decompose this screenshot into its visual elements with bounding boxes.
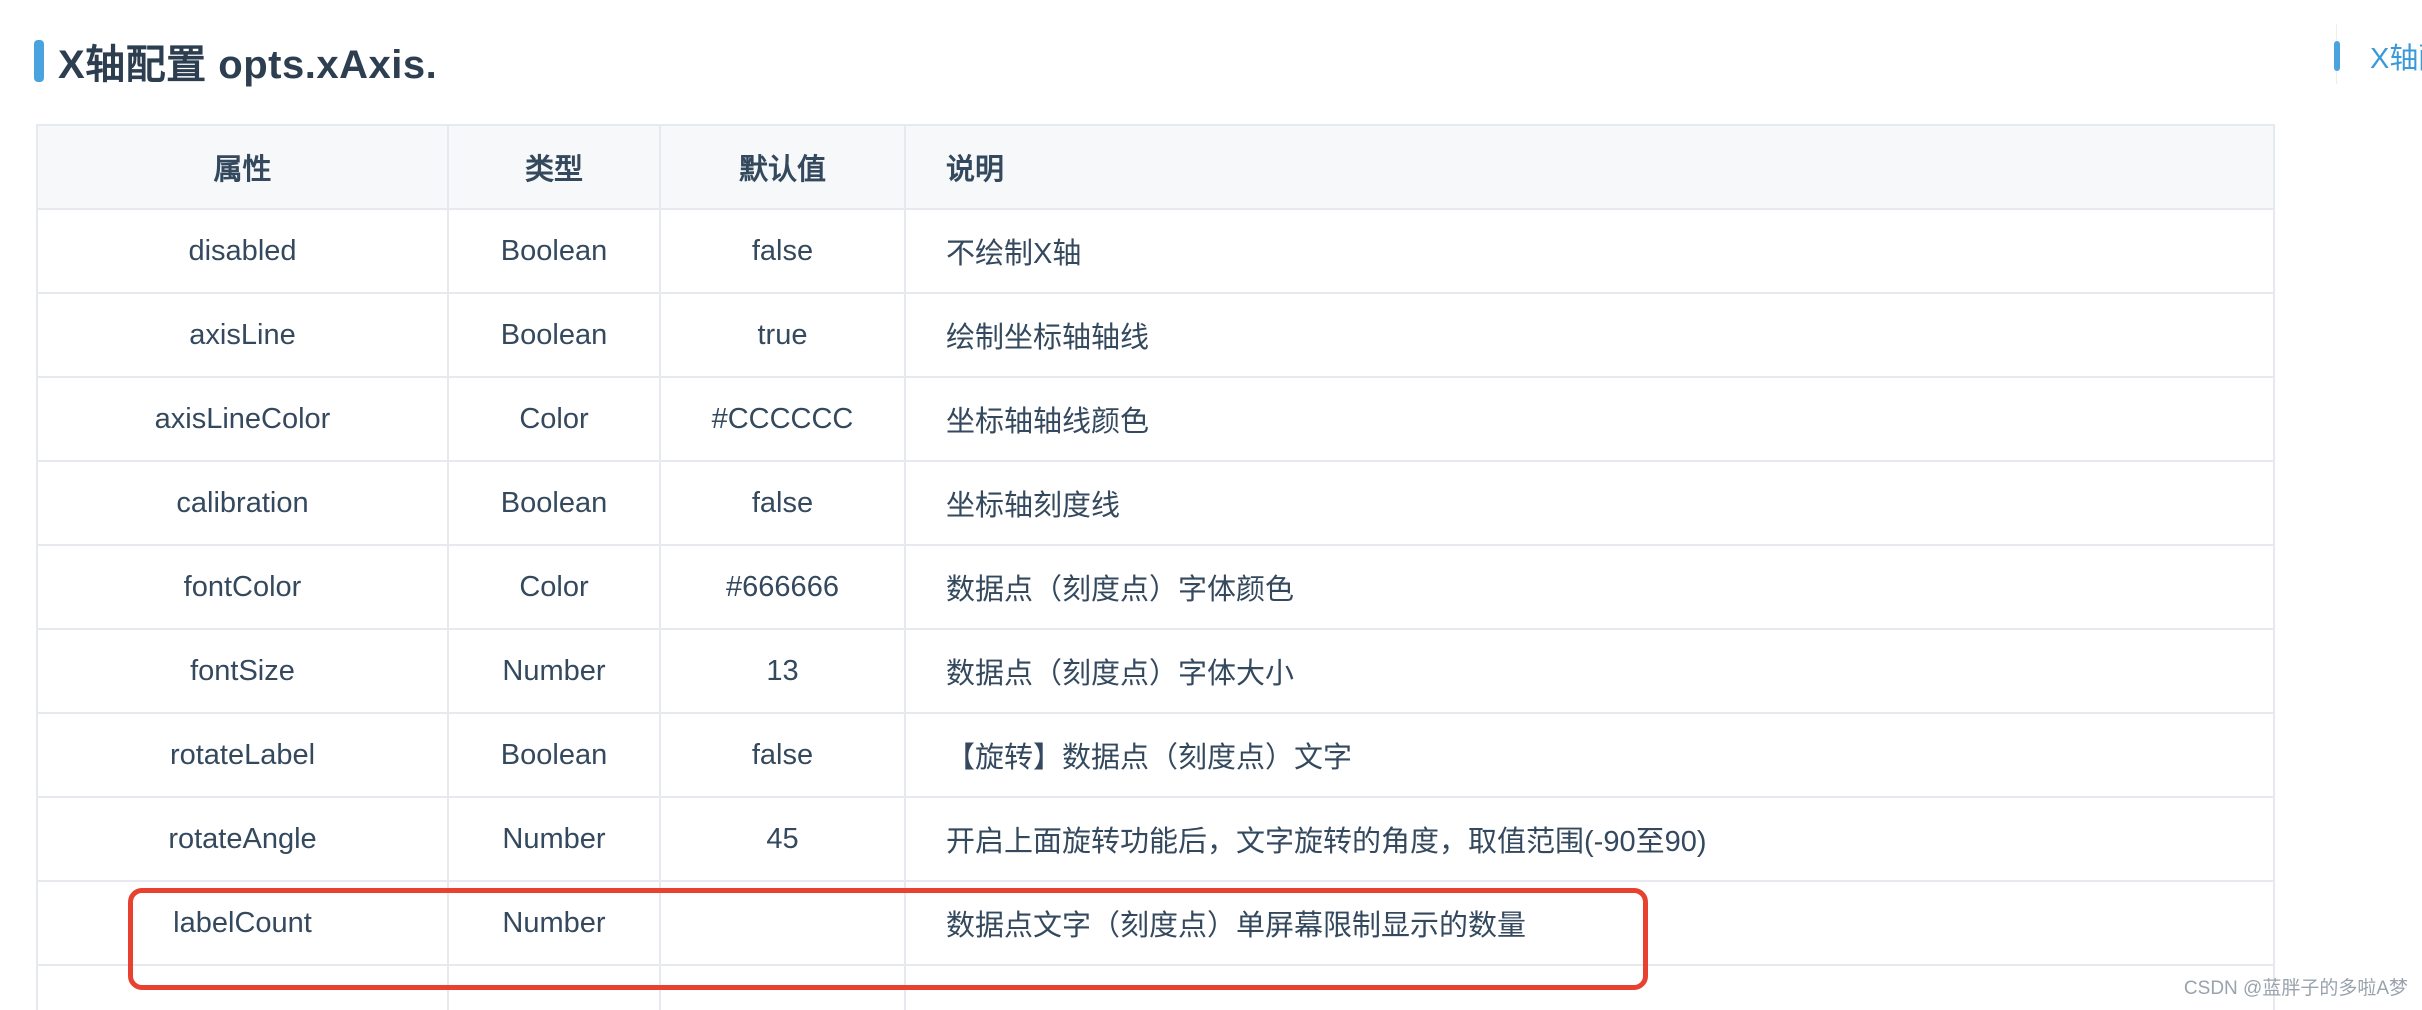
cell-default: 13 [659,628,906,714]
cell-default: 45 [659,796,906,882]
table-row: rotateLabel Boolean false 【旋转】数据点（刻度点）文字 [36,712,2275,798]
page: X轴配置 opts.xAxis. X轴配置 属性 类型 默认值 说明 disab… [0,0,2422,1010]
table-row-highlighted: labelCount Number 数据点文字（刻度点）单屏幕限制显示的数量 [36,880,2275,966]
table-row: rotateAngle Number 45 开启上面旋转功能后，文字旋转的角度，… [36,796,2275,882]
toc-active-indicator [2334,41,2340,71]
table-row: fontSize Number 13 数据点（刻度点）字体大小 [36,628,2275,714]
header-type: 类型 [447,124,661,210]
cell-description: 数据点（刻度点）字体颜色 [904,544,2275,630]
cell-description: 不绘制X轴 [904,208,2275,294]
cell-property: calibration [36,460,449,546]
cell-property: rotateAngle [36,796,449,882]
cell-default [659,880,906,966]
cell-property: rotateLabel [36,712,449,798]
cell-type: Number [447,880,661,966]
cell-property: labelCount [36,880,449,966]
header-property: 属性 [36,124,449,210]
cell-type: Boolean [447,712,661,798]
heading-accent-bar [34,40,44,82]
cell-property: fontColor [36,544,449,630]
cell-type: Number [447,628,661,714]
cell-property: disabled [36,208,449,294]
cell-property: axisLine [36,292,449,378]
header-default: 默认值 [659,124,906,210]
toc-sidebar: X轴配置 [2334,26,2422,86]
xaxis-props-table: 属性 类型 默认值 说明 disabled Boolean false 不绘制X… [36,124,2275,1010]
table-row-partial [36,964,2275,1010]
cell-description: 坐标轴刻度线 [904,460,2275,546]
cell-type: Number [447,796,661,882]
cell-description: 坐标轴轴线颜色 [904,376,2275,462]
section-title: X轴配置 opts.xAxis. [58,43,438,87]
cell-property: axisLineColor [36,376,449,462]
table-row: disabled Boolean false 不绘制X轴 [36,208,2275,294]
cell-default: #666666 [659,544,906,630]
cell-default: #CCCCCC [659,376,906,462]
table-row: calibration Boolean false 坐标轴刻度线 [36,460,2275,546]
cell-default: false [659,460,906,546]
cell-description: 开启上面旋转功能后，文字旋转的角度，取值范围(-90至90) [904,796,2275,882]
toc-link-xaxis[interactable]: X轴配置 [2370,35,2422,77]
table-row: fontColor Color #666666 数据点（刻度点）字体颜色 [36,544,2275,630]
section-heading: X轴配置 opts.xAxis. [34,30,437,92]
table-row: axisLine Boolean true 绘制坐标轴轴线 [36,292,2275,378]
cell-description [904,964,2275,1010]
cell-type: Color [447,376,661,462]
cell-default: true [659,292,906,378]
cell-description: 数据点（刻度点）字体大小 [904,628,2275,714]
watermark: CSDN @蓝胖子的多啦A梦 [2183,978,2408,999]
cell-default: false [659,208,906,294]
cell-default: false [659,712,906,798]
cell-property [36,964,449,1010]
cell-description: 绘制坐标轴轴线 [904,292,2275,378]
cell-type: Color [447,544,661,630]
cell-description: 数据点文字（刻度点）单屏幕限制显示的数量 [904,880,2275,966]
cell-type: Boolean [447,460,661,546]
cell-description: 【旋转】数据点（刻度点）文字 [904,712,2275,798]
cell-type: Boolean [447,292,661,378]
cell-default [659,964,906,1010]
table-header-row: 属性 类型 默认值 说明 [36,124,2275,210]
header-description: 说明 [904,124,2275,210]
cell-type [447,964,661,1010]
table-row: axisLineColor Color #CCCCCC 坐标轴轴线颜色 [36,376,2275,462]
cell-type: Boolean [447,208,661,294]
cell-property: fontSize [36,628,449,714]
